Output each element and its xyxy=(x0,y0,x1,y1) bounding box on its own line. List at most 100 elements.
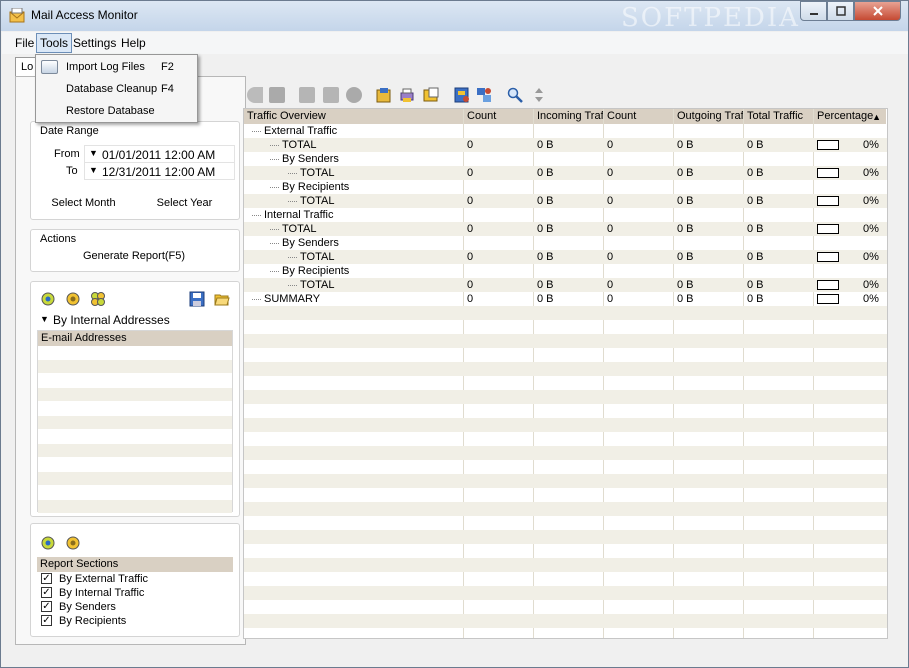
checkbox[interactable]: ✓ xyxy=(41,601,52,612)
traffic-overview-cell: TOTAL xyxy=(300,167,335,179)
left-panel: Date Range From ▼ 01/01/2011 12:00 AM To… xyxy=(15,76,246,645)
checkbox[interactable]: ✓ xyxy=(41,573,52,584)
chevron-down-icon[interactable]: ▼ xyxy=(89,148,98,158)
table-row[interactable]: By Recipients xyxy=(244,180,887,194)
count-cell: 0 xyxy=(467,139,474,151)
select-all-icon[interactable] xyxy=(40,535,56,551)
title-bar[interactable]: Mail Access Monitor SOFTPEDIA xyxy=(1,1,908,33)
list-item xyxy=(38,374,232,388)
select-month-button[interactable]: Select Month xyxy=(34,190,133,216)
column-header-count[interactable]: Count xyxy=(464,109,534,124)
table-row[interactable]: By Recipients xyxy=(244,264,887,278)
close-icon xyxy=(872,6,883,16)
deselect-icon[interactable] xyxy=(65,291,81,307)
column-header-outgoing-traffic[interactable]: Outgoing Traffic xyxy=(674,109,744,124)
outgoing-traffic-cell: 0 B xyxy=(677,251,694,263)
checkbox-label: By Recipients xyxy=(59,615,127,627)
minimize-button[interactable] xyxy=(800,1,827,21)
tree-connector xyxy=(288,285,297,286)
incoming-traffic-cell: 0 B xyxy=(537,223,554,235)
table-row[interactable]: By Senders xyxy=(244,152,887,166)
export-icon[interactable] xyxy=(423,87,439,103)
count-cell: 0 xyxy=(467,279,474,291)
empty-row xyxy=(244,306,887,320)
menu-item-database-cleanup[interactable]: Database Cleanup F4 xyxy=(36,78,197,100)
traffic-overview-cell: TOTAL xyxy=(282,223,317,235)
group-by-dropdown[interactable]: By Internal Addresses xyxy=(53,313,170,327)
percentage-cell: 0% xyxy=(863,223,879,235)
print-icon[interactable] xyxy=(399,87,415,103)
to-date-picker[interactable]: ▼ 12/31/2011 12:00 AM xyxy=(84,162,235,180)
menu-tools[interactable]: Tools xyxy=(36,33,73,53)
list-item xyxy=(38,430,232,444)
checkbox[interactable]: ✓ xyxy=(41,587,52,598)
empty-row xyxy=(244,600,887,614)
page-icon[interactable] xyxy=(299,87,315,103)
back-icon[interactable] xyxy=(247,87,263,103)
save-icon[interactable] xyxy=(189,291,205,307)
email-addresses-list[interactable]: E-mail Addresses xyxy=(37,330,233,514)
percentage-bar xyxy=(817,294,839,304)
table-row[interactable]: External Traffic xyxy=(244,124,887,138)
table-row[interactable]: TOTAL 0 0 B 0 0 B 0 B 0% xyxy=(244,138,887,152)
column-header-percentage[interactable]: Percentage ▲ xyxy=(814,109,887,124)
generate-report-button[interactable]: Generate Report(F5) xyxy=(69,246,199,266)
outgoing-traffic-cell: 0 B xyxy=(677,223,694,235)
search-icon[interactable] xyxy=(507,87,523,103)
table-row[interactable]: TOTAL 0 0 B 0 0 B 0 B 0% xyxy=(244,278,887,292)
select-year-button[interactable]: Select Year xyxy=(135,190,234,216)
group-icon[interactable] xyxy=(90,291,106,307)
close-button[interactable] xyxy=(854,1,901,21)
from-date-picker[interactable]: ▼ 01/01/2011 12:00 AM xyxy=(84,145,235,163)
tree-connector xyxy=(288,201,297,202)
table-row[interactable]: TOTAL 0 0 B 0 0 B 0 B 0% xyxy=(244,194,887,208)
expand-collapse-icon[interactable] xyxy=(531,87,547,103)
count-cell: 0 xyxy=(607,139,614,151)
empty-row xyxy=(244,614,887,628)
table-row[interactable]: SUMMARY 0 0 B 0 0 B 0 B 0% xyxy=(244,292,887,306)
tab-log[interactable]: Lo xyxy=(15,57,37,77)
menu-file[interactable]: File xyxy=(12,35,37,51)
record-icon[interactable] xyxy=(346,87,362,103)
table-row[interactable]: TOTAL 0 0 B 0 0 B 0 B 0% xyxy=(244,250,887,264)
stop-icon[interactable] xyxy=(269,87,285,103)
empty-row xyxy=(244,558,887,572)
count-cell: 0 xyxy=(467,293,474,305)
menu-settings[interactable]: Settings xyxy=(70,35,119,51)
empty-row xyxy=(244,628,887,638)
column-header-label: Percentage xyxy=(817,110,874,122)
menu-item-restore-database[interactable]: Restore Database xyxy=(36,100,197,122)
column-header-traffic-overview[interactable]: Traffic Overview xyxy=(244,109,464,124)
addresses-group: ▼ By Internal Addresses E-mail Addresses xyxy=(30,281,240,517)
column-header-count-2[interactable]: Count xyxy=(604,109,674,124)
table-row[interactable]: TOTAL 0 0 B 0 0 B 0 B 0% xyxy=(244,222,887,236)
settings-report-icon[interactable] xyxy=(454,87,470,103)
menu-help[interactable]: Help xyxy=(118,35,149,51)
table-row[interactable]: Internal Traffic xyxy=(244,208,887,222)
traffic-overview-table[interactable]: Traffic Overview Count Incoming Traffic … xyxy=(243,108,888,639)
outgoing-traffic-cell: 0 B xyxy=(677,139,694,151)
deselect-icon[interactable] xyxy=(65,535,81,551)
column-header-total-traffic[interactable]: Total Traffic xyxy=(744,109,814,124)
chevron-down-icon[interactable]: ▼ xyxy=(40,314,49,324)
report-sections-list: Report Sections ✓ By External Traffic ✓ … xyxy=(37,557,233,632)
report-sections-header: Report Sections xyxy=(37,557,233,572)
menu-item-label: Restore Database xyxy=(66,105,155,117)
table-row[interactable]: TOTAL 0 0 B 0 0 B 0 B 0% xyxy=(244,166,887,180)
save-report-icon[interactable] xyxy=(376,87,392,103)
column-header-incoming-traffic[interactable]: Incoming Traffic xyxy=(534,109,604,124)
report-sections-group: Report Sections ✓ By External Traffic ✓ … xyxy=(30,523,240,637)
open-folder-icon[interactable] xyxy=(214,291,230,307)
checkbox[interactable]: ✓ xyxy=(41,615,52,626)
menu-item-import-log-files[interactable]: Import Log Files F2 xyxy=(36,56,197,78)
select-all-icon[interactable] xyxy=(40,291,56,307)
chevron-down-icon[interactable]: ▼ xyxy=(89,165,98,175)
tree-connector xyxy=(270,229,279,230)
empty-row xyxy=(244,516,887,530)
network-icon[interactable] xyxy=(476,87,492,103)
table-row[interactable]: By Senders xyxy=(244,236,887,250)
page-icon[interactable] xyxy=(323,87,339,103)
total-traffic-cell: 0 B xyxy=(747,251,764,263)
empty-row xyxy=(244,320,887,334)
maximize-button[interactable] xyxy=(827,1,854,21)
